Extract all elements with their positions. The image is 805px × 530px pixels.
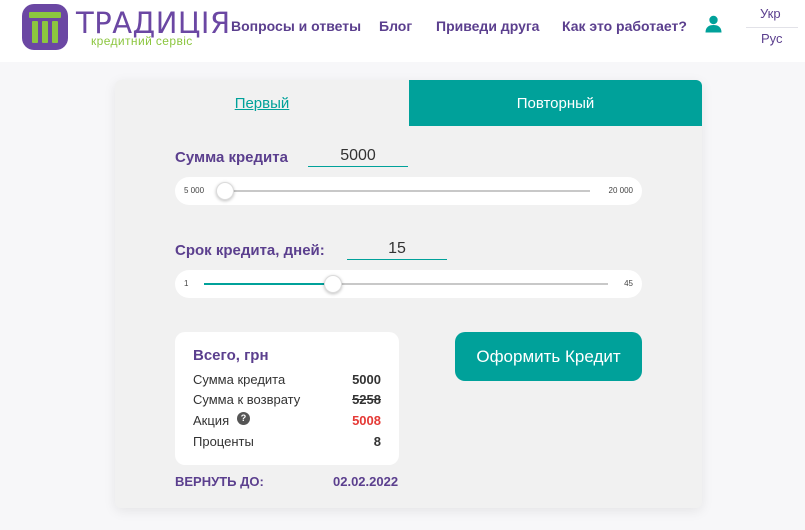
return-by-label: ВЕРНУТЬ ДО: xyxy=(175,474,264,489)
amount-slider-min: 5 000 xyxy=(184,186,205,195)
summary-promo-value: 5008 xyxy=(352,413,381,428)
nav-refer-friend[interactable]: Приведи друга xyxy=(436,18,539,34)
summary-panel: Всего, грн Сумма кредита 5000 Сумма к во… xyxy=(175,332,399,465)
return-by-date: 02.02.2022 xyxy=(333,474,399,489)
user-icon[interactable] xyxy=(705,15,722,33)
nav-blog[interactable]: Блог xyxy=(379,18,412,34)
summary-title: Всего, грн xyxy=(193,347,269,364)
apply-credit-button[interactable]: Оформить Кредит xyxy=(455,332,642,381)
term-slider-handle[interactable] xyxy=(323,275,342,293)
lang-divider xyxy=(746,27,798,28)
site-header: ТРАДИЦІЯ кредитний сервіс Вопросы и отве… xyxy=(0,0,805,62)
tab-repeat[interactable]: Повторный xyxy=(409,80,702,126)
summary-promo-label: Акция xyxy=(193,413,230,428)
term-slider[interactable]: 1 45 xyxy=(175,270,642,298)
lang-ukr[interactable]: Укр xyxy=(760,6,781,21)
summary-repay-value: 5258 xyxy=(352,392,381,407)
amount-input[interactable] xyxy=(308,145,408,167)
brand-logo[interactable]: ТРАДИЦІЯ кредитний сервіс xyxy=(20,2,230,56)
amount-label: Сумма кредита xyxy=(175,149,288,166)
term-slider-fill xyxy=(204,283,333,285)
term-slider-track[interactable] xyxy=(204,283,608,285)
summary-loan-amount-value: 5000 xyxy=(352,372,381,387)
nav-how-it-works[interactable]: Как это работает? xyxy=(562,18,687,34)
amount-slider-track[interactable] xyxy=(225,190,590,192)
brand-tagline: кредитний сервіс xyxy=(91,34,193,48)
amount-slider[interactable]: 5 000 20 000 xyxy=(175,177,642,205)
summary-repay-label: Сумма к возврату xyxy=(193,392,301,407)
amount-slider-handle[interactable] xyxy=(216,182,234,200)
tab-first[interactable]: Первый xyxy=(115,80,409,126)
summary-interest-value: 8 xyxy=(373,434,381,449)
amount-slider-max: 20 000 xyxy=(608,186,633,195)
summary-interest-label: Проценты xyxy=(193,434,254,449)
logo-mark-icon xyxy=(22,4,68,50)
term-slider-max: 45 xyxy=(624,279,633,288)
nav-faq[interactable]: Вопросы и ответы xyxy=(231,18,361,34)
lang-rus[interactable]: Рус xyxy=(761,31,783,46)
question-icon[interactable]: ? xyxy=(237,412,250,425)
term-slider-min: 1 xyxy=(184,279,189,288)
term-input[interactable] xyxy=(347,238,447,260)
loan-calculator: Первый Повторный Сумма кредита 5 000 20 … xyxy=(115,80,702,508)
summary-loan-amount-label: Сумма кредита xyxy=(193,372,286,387)
term-label: Срок кредита, дней: xyxy=(175,242,325,259)
